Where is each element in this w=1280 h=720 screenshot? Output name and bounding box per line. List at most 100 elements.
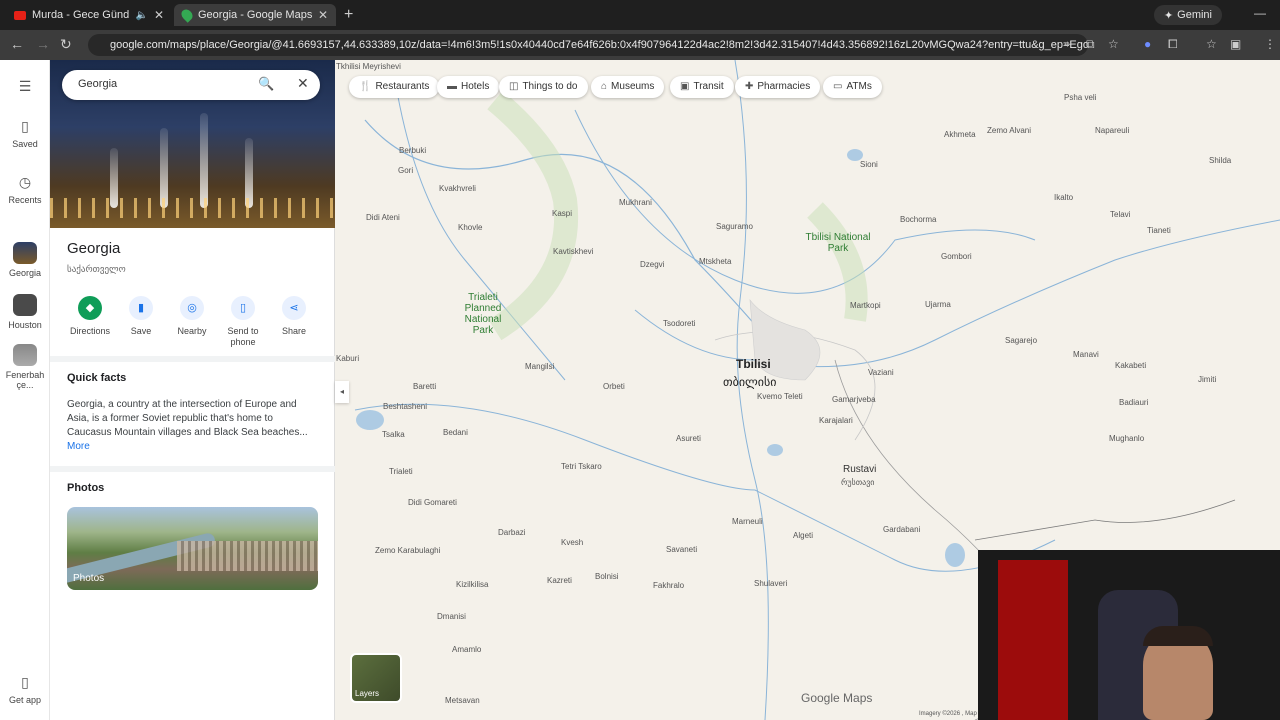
chip-hotels[interactable]: ▬ Hotels (437, 76, 500, 98)
place-label[interactable]: Gamarjveba (832, 395, 876, 404)
hamburger-menu-icon[interactable]: ☰ (0, 78, 50, 99)
place-label[interactable]: Fakhralo (653, 581, 684, 590)
place-label[interactable]: Ujarma (925, 300, 951, 309)
place-label[interactable]: Sagarejo (1005, 336, 1037, 345)
speaker-icon[interactable]: 🔈 (135, 10, 147, 21)
recents-button[interactable]: ◷ Recents (0, 174, 50, 205)
chip-pharmacies[interactable]: ✚ Pharmacies (735, 76, 821, 98)
place-label[interactable]: Darbazi (498, 528, 526, 537)
place-label[interactable]: Baretti (413, 382, 436, 391)
place-label[interactable]: Tkhilisi Meyrishevi (336, 62, 401, 71)
place-label[interactable]: Didi Gomareti (408, 498, 457, 507)
chip-atms[interactable]: ▭ ATMs (823, 76, 882, 98)
more-link[interactable]: More (67, 441, 90, 452)
place-label[interactable]: Kvemo Teleti (757, 392, 803, 401)
place-label[interactable]: Shulaveri (754, 579, 787, 588)
chip-museums[interactable]: ⌂ Museums (591, 76, 665, 98)
place-label[interactable]: Zemo Alvani (987, 126, 1031, 135)
place-label[interactable]: Kakabeti (1115, 361, 1146, 370)
place-label[interactable]: Kizilkilisa (456, 580, 488, 589)
close-tab-icon[interactable]: ✕ (154, 8, 164, 22)
place-label[interactable]: Psha veli (1064, 93, 1096, 102)
menu-icon[interactable]: ⋮ (1264, 37, 1276, 51)
place-label[interactable]: Kazreti (547, 576, 572, 585)
place-label[interactable]: Kvakhvreli (439, 184, 476, 193)
sidebar-icon[interactable]: ▣ (1230, 37, 1241, 51)
place-label[interactable]: Ikalto (1054, 193, 1073, 202)
back-icon[interactable]: ← (10, 36, 24, 52)
place-label[interactable]: Zemo Karabulaghi (375, 546, 440, 555)
puzzle-icon[interactable]: ⧠ (1168, 37, 1178, 52)
photos-thumbnail[interactable]: Photos (67, 507, 318, 590)
place-label[interactable]: Savaneti (666, 545, 697, 554)
tab-google-maps[interactable]: Georgia - Google Maps ✕ (174, 4, 336, 26)
get-app-button[interactable]: ▯ Get app (0, 674, 50, 705)
place-label[interactable]: Saguramo (716, 222, 753, 231)
place-label[interactable]: Akhmeta (944, 130, 976, 139)
place-label[interactable]: Dmanisi (437, 612, 466, 621)
search-icon[interactable]: 🔍 (258, 76, 274, 92)
minimize-icon[interactable]: — (1254, 6, 1266, 20)
place-label[interactable]: Martkopi (850, 301, 881, 310)
save-button[interactable]: ▮ Save (115, 296, 167, 337)
nearby-button[interactable]: ◎ Nearby (166, 296, 218, 337)
url-field[interactable]: google.com/maps/place/Georgia/@41.669315… (88, 34, 1088, 56)
place-label[interactable]: Mughanlo (1109, 434, 1144, 443)
place-label[interactable]: Dzegvi (640, 260, 664, 269)
park-label[interactable]: Tbilisi National Park (803, 232, 873, 254)
place-label[interactable]: Gombori (941, 252, 972, 261)
chip-transit[interactable]: ▣ Transit (670, 76, 734, 98)
place-label[interactable]: Bolnisi (595, 572, 619, 581)
collapse-panel-button[interactable]: ◂ (335, 381, 349, 403)
search-input[interactable]: Georgia 🔍 ✕ (62, 70, 320, 100)
close-icon[interactable]: ✕ (297, 75, 309, 92)
bookmarks-icon[interactable]: ☆ (1206, 37, 1217, 51)
saved-button[interactable]: ▯ Saved (0, 118, 50, 149)
place-label[interactable]: Mtskheta (699, 257, 731, 266)
recent-georgia[interactable]: Georgia (0, 242, 50, 278)
place-label[interactable]: Mukhrani (619, 198, 652, 207)
place-label[interactable]: Kaburi (336, 354, 359, 363)
chip-things-to-do[interactable]: ◫ Things to do (499, 76, 588, 98)
place-label[interactable]: Napareuli (1095, 126, 1129, 135)
place-label[interactable]: Tianeti (1147, 226, 1171, 235)
place-label[interactable]: Bochorma (900, 215, 936, 224)
place-label[interactable]: Orbeti (603, 382, 625, 391)
place-label[interactable]: Karajalari (819, 416, 853, 425)
place-label[interactable]: Badiauri (1119, 398, 1148, 407)
place-label[interactable]: Beshtasheni (383, 402, 427, 411)
layers-button[interactable]: Layers (350, 653, 402, 703)
place-label[interactable]: Khovle (458, 223, 482, 232)
place-label[interactable]: Manavi (1073, 350, 1099, 359)
reload-icon[interactable]: ↻ (60, 36, 72, 53)
place-label[interactable]: Mangilsi (525, 362, 554, 371)
directions-button[interactable]: ◆ Directions (64, 296, 116, 337)
extension-icon[interactable]: ● (1144, 37, 1151, 51)
place-label[interactable]: Gori (398, 166, 413, 175)
place-label[interactable]: Tsodoreti (663, 319, 695, 328)
place-label[interactable]: Tsalka (382, 430, 405, 439)
place-label[interactable]: Kaspi (552, 209, 572, 218)
recent-fenerbahce[interactable]: Fenerbah çe... (0, 344, 50, 390)
place-label[interactable]: Shilda (1209, 156, 1231, 165)
place-label[interactable]: Vaziani (868, 368, 894, 377)
place-label[interactable]: Didi Ateni (366, 213, 400, 222)
city-label-tbilisi[interactable]: Tbilisi (736, 357, 771, 371)
close-tab-icon[interactable]: ✕ (318, 8, 328, 22)
recent-houston[interactable]: Houston (0, 294, 50, 330)
gemini-button[interactable]: ✦ Gemini (1153, 5, 1222, 25)
place-label[interactable]: Berbuki (399, 146, 426, 155)
tab-youtube[interactable]: Murda - Gece Gündüz ft. M 🔈 ✕ (6, 4, 172, 26)
place-label[interactable]: Trialeti (389, 467, 413, 476)
place-label[interactable]: Jimiti (1198, 375, 1216, 384)
place-label[interactable]: Metsavan (445, 696, 480, 705)
place-label[interactable]: Amamlo (452, 645, 481, 654)
new-tab-icon[interactable]: + (344, 6, 353, 24)
install-icon[interactable]: ⧉ (1086, 37, 1095, 52)
location-icon[interactable]: ⌖ (1064, 37, 1071, 52)
city-label-rustavi[interactable]: Rustavi (843, 464, 876, 475)
place-label[interactable]: Kavtiskhevi (553, 247, 593, 256)
star-icon[interactable]: ☆ (1108, 37, 1119, 51)
forward-icon[interactable]: → (36, 36, 50, 52)
share-button[interactable]: ⋖ Share (268, 296, 320, 337)
